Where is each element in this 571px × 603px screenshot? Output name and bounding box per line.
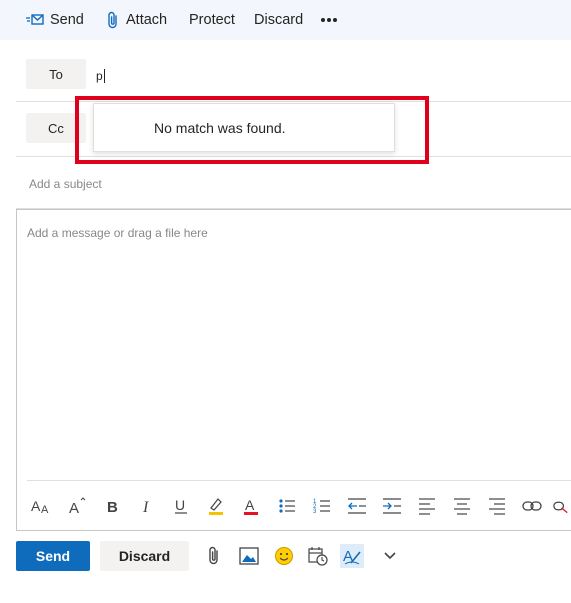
to-input-value: p — [96, 69, 103, 83]
discard-command[interactable]: Discard — [254, 0, 303, 40]
discard-button[interactable]: Discard — [100, 541, 189, 571]
svg-text:A: A — [245, 497, 255, 513]
discard-label: Discard — [254, 12, 304, 28]
italic-icon[interactable]: I — [135, 494, 159, 518]
font-size-icon[interactable]: A A — [30, 494, 54, 518]
to-button[interactable]: To — [26, 59, 86, 89]
attach-command[interactable]: Attach — [106, 0, 167, 40]
bullets-icon[interactable] — [275, 494, 299, 518]
paperclip-icon — [106, 11, 120, 29]
schedule-icon[interactable] — [306, 544, 330, 568]
decrease-indent-icon[interactable] — [345, 494, 369, 518]
attach-label: Attach — [126, 12, 168, 28]
command-bar: Send Attach Protect Discard — [0, 0, 571, 40]
editor-icon[interactable]: A — [340, 544, 364, 568]
emoji-icon[interactable] — [272, 544, 296, 568]
link-icon[interactable] — [520, 494, 544, 518]
subject-input[interactable]: Add a subject — [29, 177, 102, 191]
send-label: Send — [50, 12, 84, 28]
increase-indent-icon[interactable] — [380, 494, 404, 518]
message-body-placeholder: Add a message or drag a file here — [27, 226, 208, 240]
increase-font-icon[interactable]: A — [65, 494, 89, 518]
svg-text:3: 3 — [313, 509, 317, 515]
align-left-icon[interactable] — [415, 494, 439, 518]
send-button[interactable]: Send — [16, 541, 90, 571]
svg-text:A: A — [69, 500, 79, 515]
highlight-box — [75, 96, 429, 164]
send-icon — [26, 13, 44, 27]
align-right-icon[interactable] — [485, 494, 509, 518]
image-icon[interactable] — [237, 544, 261, 568]
svg-text:B: B — [107, 499, 118, 515]
text-caret — [103, 69, 105, 83]
bold-icon[interactable]: B — [101, 494, 125, 518]
svg-text:U: U — [175, 497, 185, 513]
protect-label: Protect — [189, 12, 235, 28]
to-input[interactable]: p — [96, 66, 296, 86]
attach-icon[interactable] — [202, 544, 226, 568]
protect-command[interactable]: Protect — [189, 0, 235, 40]
more-options-button[interactable] — [320, 0, 338, 40]
underline-icon[interactable]: U — [169, 494, 193, 518]
message-body[interactable] — [16, 209, 571, 531]
remove-link-icon[interactable] — [552, 494, 571, 518]
svg-text:I: I — [142, 499, 149, 515]
font-color-icon[interactable]: A — [239, 494, 263, 518]
highlight-icon[interactable] — [204, 494, 228, 518]
format-toolbar-divider — [27, 480, 571, 481]
more-icon — [320, 17, 338, 23]
send-command[interactable]: Send — [26, 0, 84, 40]
chevron-down-icon[interactable] — [378, 544, 402, 568]
align-center-icon[interactable] — [450, 494, 474, 518]
svg-text:A: A — [41, 504, 49, 515]
svg-text:A: A — [31, 498, 41, 514]
numbering-icon[interactable]: 1 2 3 — [310, 494, 334, 518]
